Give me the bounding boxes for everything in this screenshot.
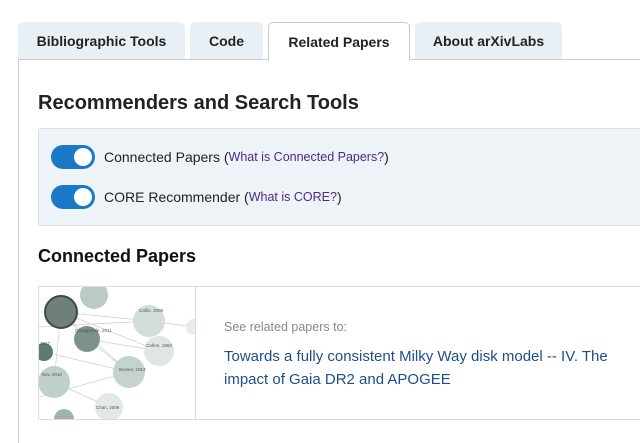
toggle-row-core-recommender: CORE Recommender (What is CORE?) <box>51 185 342 209</box>
graph-node-label: Cañon, 1963 <box>146 343 172 348</box>
related-paper-title-link[interactable]: Towards a fully consistent Milky Way dis… <box>224 345 639 391</box>
toggle-row-connected-papers: Connected Papers (What is Connected Pape… <box>51 145 389 169</box>
graph-node-label: 2017 <box>40 341 51 346</box>
connected-papers-toggle[interactable] <box>51 145 95 169</box>
paren-open: ( <box>219 149 229 165</box>
graph-node-label: Casagrande, 2011 <box>75 328 112 333</box>
section-title: Recommenders and Search Tools <box>38 92 359 114</box>
paren-close: ) <box>384 149 389 165</box>
tab-label: Related Papers <box>288 34 390 50</box>
graph-node-label: Bov, 2010 <box>42 372 62 377</box>
tab-about-arxivlabs[interactable]: About arXivLabs <box>415 22 562 60</box>
tab-label: Bibliographic Tools <box>36 33 167 49</box>
toggle-label: Connected Papers <box>104 149 220 165</box>
toggle-label: CORE Recommender <box>104 189 241 205</box>
paren-open: ( <box>240 189 249 205</box>
tab-related-papers[interactable]: Related Papers <box>268 22 410 61</box>
what-is-connected-papers-link[interactable]: What is Connected Papers? <box>229 150 385 164</box>
what-is-core-link[interactable]: What is CORE? <box>249 190 337 204</box>
graph-node-label: Cafilo, 2008 <box>139 308 164 313</box>
tab-bibliographic-tools[interactable]: Bibliographic Tools <box>18 22 185 60</box>
tab-label: Code <box>209 33 244 49</box>
core-recommender-toggle[interactable] <box>51 185 95 209</box>
toggle-knob <box>74 188 92 206</box>
graph-node-label: Chan, 2006 <box>96 405 120 410</box>
paren-close: ) <box>336 189 342 205</box>
graph-nodes <box>39 287 195 419</box>
graph-node-label: Bovner, 2013 <box>119 367 146 372</box>
toggle-knob <box>74 148 92 166</box>
tab-bar: Bibliographic Tools Code Related Papers … <box>0 0 640 61</box>
connected-papers-graph-thumbnail[interactable]: Cafilo, 2008 Casagrande, 2011 Cañon, 196… <box>39 287 196 419</box>
graph-svg: Cafilo, 2008 Casagrande, 2011 Cañon, 196… <box>39 287 195 419</box>
connected-papers-heading: Connected Papers <box>38 246 197 266</box>
connected-papers-card: Cafilo, 2008 Casagrande, 2011 Cañon, 196… <box>38 286 640 420</box>
recommenders-toggle-box: Connected Papers (What is Connected Pape… <box>38 128 640 226</box>
tab-code[interactable]: Code <box>190 22 263 60</box>
see-related-label: See related papers to: <box>224 320 347 334</box>
tab-label: About arXivLabs <box>432 33 545 49</box>
